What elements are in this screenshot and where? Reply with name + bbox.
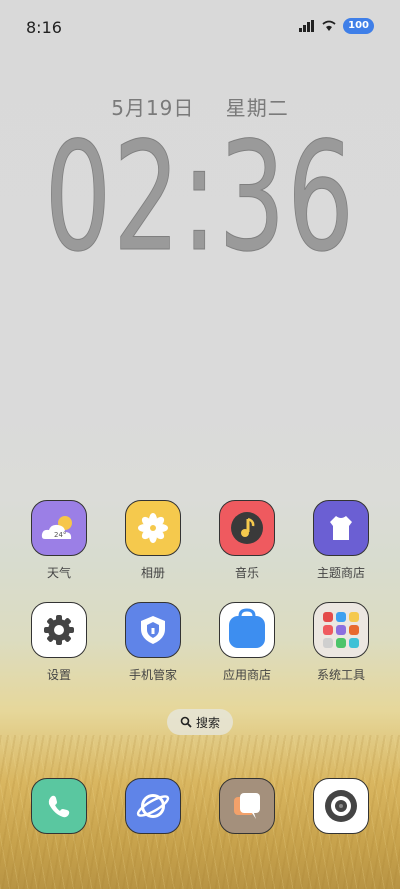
theme-store-icon	[313, 500, 369, 556]
dock-messages[interactable]	[207, 778, 287, 834]
svg-text:24°: 24°	[54, 531, 66, 539]
app-gallery[interactable]: 相册	[113, 500, 193, 581]
system-tools-folder-icon	[313, 602, 369, 658]
app-label: 相册	[140, 566, 165, 580]
status-time: 8:16	[26, 18, 62, 37]
dock-camera[interactable]	[301, 778, 381, 834]
app-label: 手机管家	[128, 668, 177, 682]
app-label: 应用商店	[222, 668, 271, 682]
status-bar: 8:16 100	[0, 0, 400, 56]
browser-icon	[125, 778, 181, 834]
app-music[interactable]: 音乐	[207, 500, 287, 581]
search-label: 搜索	[195, 715, 220, 730]
weather-icon: 24°	[31, 500, 87, 556]
search-pill[interactable]: 搜索	[167, 709, 233, 735]
dock-browser[interactable]	[113, 778, 193, 834]
app-label: 音乐	[234, 566, 259, 580]
folder-system-tools[interactable]: 系统工具	[301, 602, 381, 683]
status-icons: 100	[299, 18, 374, 34]
messages-icon	[219, 778, 275, 834]
gallery-icon	[125, 500, 181, 556]
app-settings[interactable]: 设置	[19, 602, 99, 683]
app-label: 主题商店	[316, 566, 365, 580]
app-phone-manager[interactable]: 手机管家	[113, 602, 193, 683]
signal-icon	[299, 20, 315, 32]
camera-icon	[313, 778, 369, 834]
app-store[interactable]: 应用商店	[207, 602, 287, 683]
dock-phone[interactable]	[19, 778, 99, 834]
wifi-icon	[322, 20, 336, 31]
app-store-icon	[219, 602, 275, 658]
search-icon	[180, 716, 192, 728]
big-clock: 02:36	[44, 111, 356, 285]
app-weather[interactable]: 24° 天气	[19, 500, 99, 581]
music-icon	[219, 500, 275, 556]
app-label: 设置	[46, 668, 71, 682]
settings-icon	[31, 602, 87, 658]
phone-manager-icon	[125, 602, 181, 658]
app-theme-store[interactable]: 主题商店	[301, 500, 381, 581]
battery-indicator: 100	[343, 18, 374, 34]
app-label: 天气	[46, 566, 71, 580]
app-label: 系统工具	[316, 668, 365, 682]
phone-icon	[31, 778, 87, 834]
